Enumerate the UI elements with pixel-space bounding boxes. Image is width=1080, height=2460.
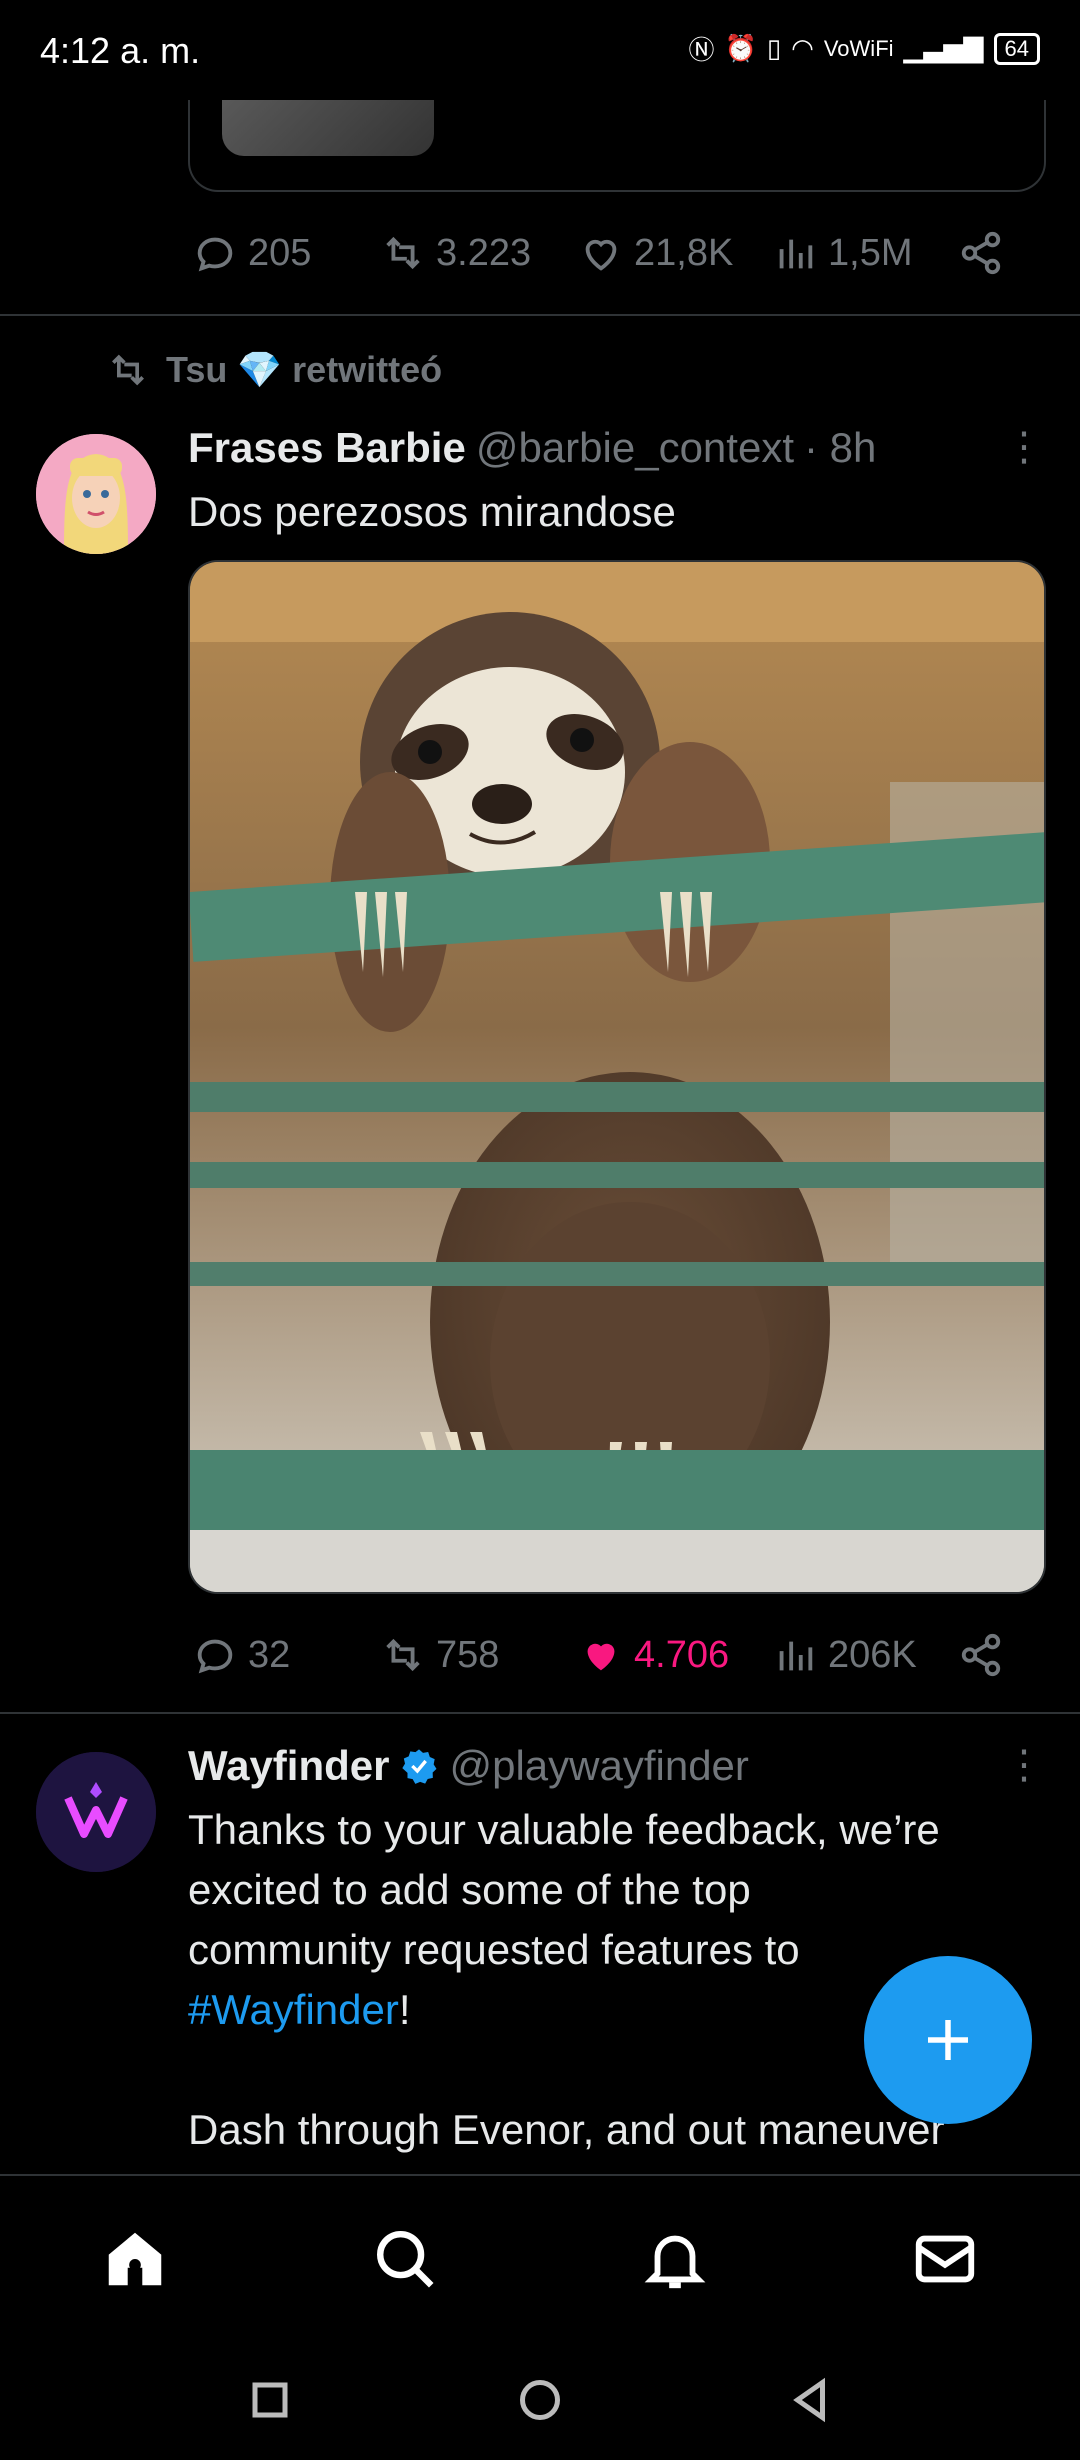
author-handle[interactable]: @playwayfinder xyxy=(449,1742,748,1790)
share-button[interactable] xyxy=(958,230,1004,276)
retweet-count: 758 xyxy=(436,1633,500,1676)
signal-icon: ▁▃▅▇ xyxy=(903,33,984,63)
views-icon xyxy=(779,239,813,269)
views-button[interactable]: 206K xyxy=(772,1632,917,1678)
tweet-header: Frases Barbie @barbie_context · 8h xyxy=(188,424,876,472)
views-count: 1,5M xyxy=(828,231,913,274)
back-button[interactable] xyxy=(780,2370,840,2430)
retweet-icon xyxy=(386,236,420,270)
bottom-navigation xyxy=(0,2174,1080,2340)
retweet-count: 3.223 xyxy=(436,231,532,274)
nav-notifications[interactable] xyxy=(640,2224,710,2294)
square-icon xyxy=(252,2382,288,2418)
search-icon xyxy=(377,2231,434,2288)
status-time: 4:12 a. m. xyxy=(40,30,201,71)
reply-count: 205 xyxy=(248,231,312,274)
retweet-button[interactable]: 758 xyxy=(380,1632,499,1678)
more-options-icon[interactable]: ⋮ xyxy=(1004,1745,1044,1785)
status-icons: Ⓝ ⏰ ▯ ◠ VoWiFi ▁▃▅▇ 64 xyxy=(688,30,1040,67)
compose-tweet-button[interactable] xyxy=(864,1956,1032,2124)
nav-home[interactable] xyxy=(100,2224,170,2294)
reply-icon xyxy=(197,237,233,272)
tweet-actions: 32 758 4.706 206K xyxy=(188,1626,1020,1686)
reply-button[interactable]: 205 xyxy=(192,230,311,276)
recents-button[interactable] xyxy=(240,2370,300,2430)
avatar[interactable] xyxy=(36,434,156,554)
more-options-icon[interactable]: ⋮ xyxy=(1004,427,1044,467)
plus-icon xyxy=(928,2020,968,2060)
system-navigation-bar xyxy=(0,2340,1080,2460)
tweet-text-line: excited to add some of the top xyxy=(188,1866,751,1913)
messages-icon xyxy=(915,2235,975,2283)
notifications-icon xyxy=(644,2235,706,2289)
nfc-icon: Ⓝ xyxy=(688,35,715,65)
like-count: 21,8K xyxy=(634,231,734,274)
share-icon xyxy=(961,1633,1001,1677)
divider xyxy=(0,1712,1080,1714)
author-name[interactable]: Wayfinder xyxy=(188,1742,389,1790)
author-handle[interactable]: @barbie_context xyxy=(476,424,794,472)
sloth-photo xyxy=(190,562,1044,1592)
network-label: VoWiFi xyxy=(823,35,894,61)
home-icon xyxy=(108,2232,162,2286)
wayfinder-logo-icon xyxy=(36,1752,156,1872)
previous-tweet-actions: 205 3.223 21,8K 1,5M xyxy=(188,224,1020,284)
reply-button[interactable]: 32 xyxy=(192,1632,290,1678)
circle-icon xyxy=(520,2380,560,2420)
alarm-icon: ⏰ xyxy=(724,33,757,63)
reply-count: 32 xyxy=(248,1633,291,1676)
back-triangle-icon xyxy=(793,2377,825,2423)
hashtag-suffix: ! xyxy=(398,1986,411,2033)
heart-filled-icon xyxy=(587,1643,615,1671)
retweet-icon xyxy=(386,1638,420,1672)
tweet-text: Dos perezosos mirandose xyxy=(188,488,676,535)
retweet-context-label: Tsu 💎 retwitteó xyxy=(166,349,443,390)
nav-search[interactable] xyxy=(370,2224,440,2294)
retweet-icon xyxy=(112,354,144,386)
home-system-button[interactable] xyxy=(510,2370,570,2430)
like-button[interactable]: 4.706 xyxy=(578,1632,729,1678)
reply-icon xyxy=(197,1639,233,1674)
views-count: 206K xyxy=(828,1633,917,1676)
divider xyxy=(0,314,1080,316)
verified-badge-icon xyxy=(402,1749,437,1784)
views-icon xyxy=(779,1641,813,1671)
nav-messages[interactable] xyxy=(910,2224,980,2294)
avatar[interactable] xyxy=(36,1752,156,1872)
retweet-context[interactable]: Tsu 💎 retwitteó xyxy=(106,348,442,392)
like-count: 4.706 xyxy=(634,1633,730,1676)
hashtag-link[interactable]: #Wayfinder xyxy=(188,1986,399,2033)
heart-icon xyxy=(585,239,617,271)
tweet-text-line: Thanks to your valuable feedback, we’re xyxy=(188,1806,940,1853)
battery-icon: 64 xyxy=(993,32,1040,65)
share-icon xyxy=(961,231,1001,275)
status-bar: 4:12 a. m. Ⓝ ⏰ ▯ ◠ VoWiFi ▁▃▅▇ 64 xyxy=(0,0,1080,100)
share-button[interactable] xyxy=(958,1632,1004,1678)
barbie-avatar-image xyxy=(36,434,156,554)
retweet-button[interactable]: 3.223 xyxy=(380,230,531,276)
vibrate-icon: ▯ xyxy=(766,33,782,63)
like-button[interactable]: 21,8K xyxy=(578,230,733,276)
tweet-header: Wayfinder @playwayfinder xyxy=(188,1742,749,1790)
author-name[interactable]: Frases Barbie xyxy=(188,424,466,472)
wifi-icon: ◠ xyxy=(791,33,814,63)
tweet-image[interactable] xyxy=(188,560,1046,1594)
tweet-time: · 8h xyxy=(804,424,877,471)
views-button[interactable]: 1,5M xyxy=(772,230,912,276)
